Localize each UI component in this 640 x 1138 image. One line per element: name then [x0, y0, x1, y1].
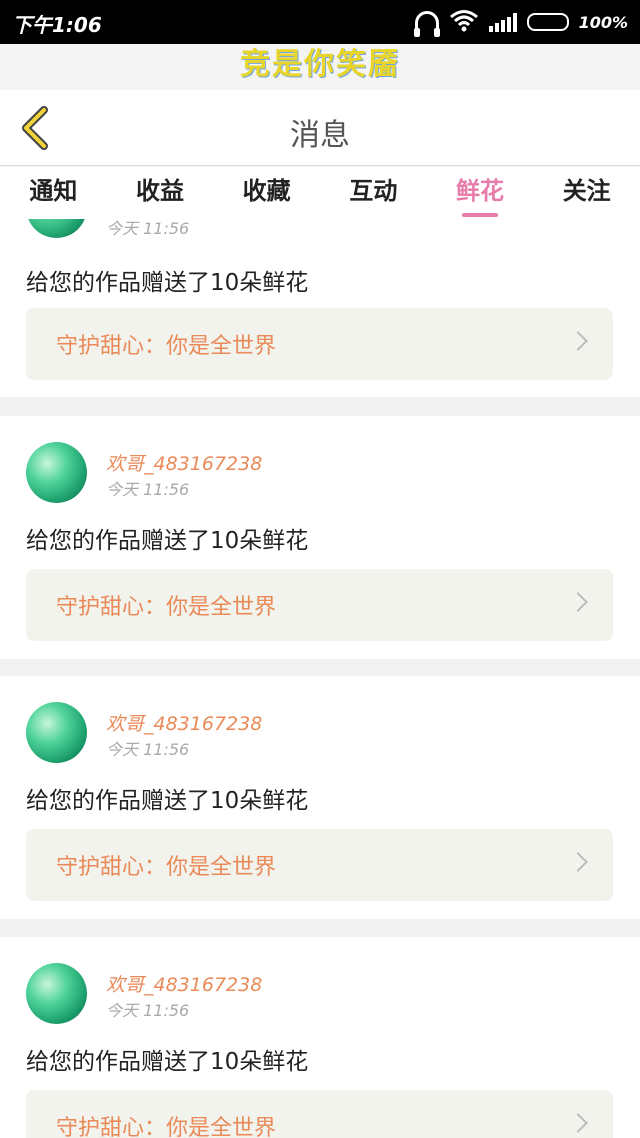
sender-name[interactable]: 欢哥_483167238: [106, 970, 262, 997]
message-text: 给您的作品赠送了10朵鲜花: [26, 270, 309, 296]
tab-earnings[interactable]: 收益: [107, 167, 214, 219]
sender-name[interactable]: 欢哥_483167238: [106, 709, 262, 736]
status-time: 下午1:06: [12, 13, 102, 37]
work-title: 守护甜心：你是全世界: [56, 595, 277, 620]
work-link[interactable]: 守护甜心：你是全世界: [26, 829, 613, 901]
message-time: 今天 11:56: [106, 480, 190, 499]
nav-bar: 消息: [0, 90, 640, 166]
chevron-right-icon: [568, 331, 588, 351]
message-time: 今天 11:56: [106, 1001, 190, 1020]
message-text: 给您的作品赠送了10朵鲜花: [26, 788, 309, 814]
message-list[interactable]: 今天 11:56 给您的作品赠送了10朵鲜花 守护甜心：你是全世界 欢哥_483…: [0, 219, 640, 1138]
message-card: 今天 11:56 给您的作品赠送了10朵鲜花 守护甜心：你是全世界: [0, 219, 640, 397]
work-link[interactable]: 守护甜心：你是全世界: [26, 308, 613, 380]
tab-notice[interactable]: 通知: [0, 167, 107, 219]
work-title: 守护甜心：你是全世界: [56, 334, 277, 359]
avatar[interactable]: [26, 963, 87, 1024]
sender-name[interactable]: 欢哥_483167238: [106, 449, 262, 476]
avatar[interactable]: [26, 442, 87, 503]
tab-flowers[interactable]: 鲜花: [427, 167, 534, 219]
chevron-right-icon: [568, 592, 588, 612]
headset-icon: [413, 11, 440, 37]
signal-icon: [488, 12, 517, 32]
message-card: 欢哥_483167238 今天 11:56 给您的作品赠送了10朵鲜花 守护甜心…: [0, 416, 640, 659]
message-card: 欢哥_483167238 今天 11:56 给您的作品赠送了10朵鲜花 守护甜心…: [0, 676, 640, 919]
avatar[interactable]: [26, 219, 87, 238]
app-banner: 竞是你笑靥: [0, 44, 640, 90]
message-text: 给您的作品赠送了10朵鲜花: [26, 528, 309, 554]
status-bar: 下午1:06 100%: [0, 0, 640, 44]
wifi-icon: [449, 8, 479, 36]
work-link[interactable]: 守护甜心：你是全世界: [26, 1090, 613, 1138]
message-time: 今天 11:56: [106, 219, 190, 238]
work-link[interactable]: 守护甜心：你是全世界: [26, 569, 613, 641]
tab-follow[interactable]: 关注: [533, 167, 640, 219]
chevron-right-icon: [568, 852, 588, 872]
tab-bar: 通知 收益 收藏 互动 鲜花 关注: [0, 167, 640, 219]
battery-percent: 100%: [578, 12, 628, 32]
avatar[interactable]: [26, 702, 87, 763]
work-title: 守护甜心：你是全世界: [56, 1116, 277, 1138]
message-time: 今天 11:56: [106, 740, 190, 759]
message-card: 欢哥_483167238 今天 11:56 给您的作品赠送了10朵鲜花 守护甜心…: [0, 937, 640, 1138]
work-title: 守护甜心：你是全世界: [56, 855, 277, 880]
tab-favorites[interactable]: 收藏: [213, 167, 320, 219]
chevron-right-icon: [568, 1113, 588, 1133]
page-title: 消息: [290, 118, 350, 153]
message-text: 给您的作品赠送了10朵鲜花: [26, 1049, 309, 1075]
battery-icon: [526, 13, 569, 31]
banner-logo-text: 竞是你笑靥: [240, 47, 400, 82]
tab-interaction[interactable]: 互动: [320, 167, 427, 219]
